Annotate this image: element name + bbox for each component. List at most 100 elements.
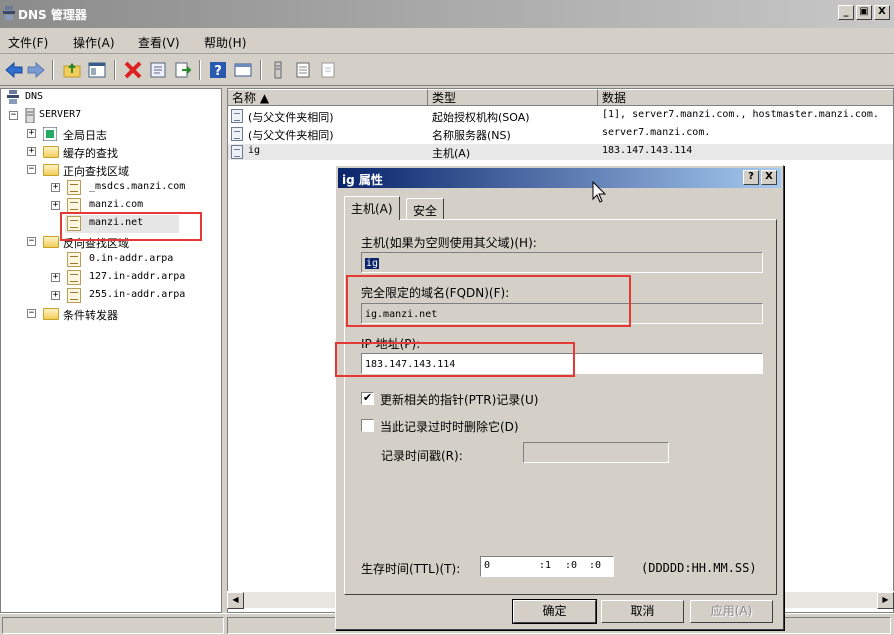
new-record-icon[interactable] <box>318 60 338 80</box>
tree-label: _msdcs.manzi.com <box>89 181 186 192</box>
expand-icon[interactable]: + <box>51 183 60 192</box>
show-hide-tree-icon[interactable] <box>87 60 107 80</box>
host-value: ig <box>365 258 380 269</box>
ip-address-field[interactable]: 183.147.143.114 <box>361 353 763 374</box>
forward-icon[interactable] <box>26 60 46 80</box>
host-label: 主机(如果为空则使用其父域)(H): <box>361 236 537 250</box>
toolbar: ? <box>0 54 894 86</box>
table-row[interactable]: (与父文件夹相同) 起始授权机构(SOA) [1], server7.manzi… <box>228 108 893 124</box>
tree-label: manzi.net <box>89 217 144 228</box>
tree-node-dns[interactable]: DNS <box>5 89 205 107</box>
tree-node-cached-lookups[interactable]: + 缓存的查找 <box>23 143 213 161</box>
maximize-button[interactable]: ▣ <box>856 5 872 20</box>
folder-icon <box>43 308 59 320</box>
expand-icon[interactable]: + <box>51 273 60 282</box>
event-log-icon <box>43 127 57 141</box>
column-header-data[interactable]: 数据 <box>598 89 893 106</box>
cell-data: [1], server7.manzi.com., hostmaster.manz… <box>602 109 879 120</box>
expand-icon[interactable]: + <box>27 147 36 156</box>
tree-node-forward-zones[interactable]: − 正向查找区域 <box>23 161 213 179</box>
list-icon[interactable] <box>293 60 313 80</box>
apply-button[interactable]: 应用(A) <box>690 600 773 623</box>
scroll-left-button[interactable]: ◀ <box>227 592 244 609</box>
cell-type: 起始授权机构(SOA) <box>432 111 530 124</box>
back-icon[interactable] <box>4 60 24 80</box>
ttl-seconds[interactable]: :0 <box>589 560 601 571</box>
zone-icon <box>67 288 81 303</box>
window-titlebar: DNS 管理器 _ ▣ X <box>0 0 894 28</box>
tree-node-reverse-zones[interactable]: − 反向查找区域 <box>23 233 213 251</box>
menu-view[interactable]: 查看(V) <box>138 34 180 51</box>
table-row[interactable]: (与父文件夹相同) 名称服务器(NS) server7.manzi.com. <box>228 126 893 142</box>
tree-node-zone[interactable]: + 127.in-addr.arpa <box>41 269 221 287</box>
server-icon[interactable] <box>268 60 288 80</box>
menu-action[interactable]: 操作(A) <box>73 34 115 51</box>
ttl-minutes[interactable]: :0 <box>565 560 577 571</box>
tree-label: SERVER7 <box>39 109 82 120</box>
fqdn-label: 完全限定的域名(FQDN)(F): <box>361 286 510 300</box>
cancel-button[interactable]: 取消 <box>601 600 684 623</box>
cell-type: 名称服务器(NS) <box>432 129 511 142</box>
delete-stale-checkbox[interactable] <box>361 419 374 432</box>
dialog-close-button[interactable]: X <box>761 170 777 185</box>
table-row-selected[interactable]: ig 主机(A) 183.147.143.114 <box>228 144 893 160</box>
up-folder-icon[interactable] <box>62 60 82 80</box>
expand-icon[interactable]: + <box>27 129 36 138</box>
column-header-type[interactable]: 类型 <box>428 89 598 106</box>
scroll-right-button[interactable]: ▶ <box>877 592 894 609</box>
collapse-icon[interactable]: − <box>9 111 18 120</box>
collapse-icon[interactable]: − <box>27 237 36 246</box>
fqdn-field[interactable]: ig.manzi.net <box>361 303 763 324</box>
zone-icon <box>67 252 81 267</box>
collapse-icon[interactable]: − <box>27 309 36 318</box>
view-icon[interactable] <box>233 60 253 80</box>
folder-open-icon <box>43 236 59 248</box>
svg-text:?: ? <box>214 64 222 79</box>
export-list-icon[interactable] <box>173 60 193 80</box>
expand-icon[interactable]: + <box>51 201 60 210</box>
help-icon[interactable]: ? <box>208 60 228 80</box>
tree-node-zone[interactable]: + 255.in-addr.arpa <box>41 287 221 305</box>
tree-node-conditional-forwarders[interactable]: − 条件转发器 <box>23 305 213 323</box>
expand-icon[interactable]: + <box>51 291 60 300</box>
record-icon <box>231 127 243 141</box>
record-icon <box>231 109 243 123</box>
menu-file[interactable]: 文件(F) <box>8 34 48 51</box>
tree-node-zone[interactable]: + manzi.com <box>41 197 221 215</box>
zone-icon <box>67 198 81 213</box>
host-field[interactable]: ig <box>361 252 763 273</box>
cell-data: 183.147.143.114 <box>602 145 693 156</box>
properties-dialog: ig 属性 ? X 主机(A) 安全 主机(如果为空则使用其父域)(H): ig… <box>335 165 784 630</box>
cell-data: server7.manzi.com. <box>602 127 711 138</box>
collapse-icon[interactable]: − <box>27 165 36 174</box>
tree-node-global-log[interactable]: + 全局日志 <box>23 125 213 143</box>
ttl-days[interactable]: 0 <box>484 560 490 571</box>
tree-node-zone-selected[interactable]: manzi.net <box>65 215 179 233</box>
column-header-name[interactable]: 名称 ▲ <box>228 89 428 106</box>
tree-node-zone[interactable]: + _msdcs.manzi.com <box>41 179 221 197</box>
mouse-cursor-icon <box>592 181 607 203</box>
tree-node-server7[interactable]: − SERVER7 <box>5 107 205 125</box>
properties-icon[interactable] <box>148 60 168 80</box>
ptr-checkbox[interactable]: ✔ <box>361 392 374 405</box>
zone-icon <box>67 216 81 231</box>
cell-name: (与父文件夹相同) <box>248 111 334 124</box>
ok-button[interactable]: 确定 <box>512 599 597 624</box>
tab-security[interactable]: 安全 <box>406 198 445 220</box>
minimize-button[interactable]: _ <box>838 5 854 20</box>
tree-label: 反向查找区域 <box>63 237 129 250</box>
tree-label: 正向查找区域 <box>63 165 129 178</box>
menu-bar: 文件(F) 操作(A) 查看(V) 帮助(H) <box>0 28 894 54</box>
menu-help[interactable]: 帮助(H) <box>204 34 246 51</box>
dns-app-icon <box>3 6 15 20</box>
zone-icon <box>67 180 81 195</box>
ttl-hours[interactable]: :1 <box>539 560 551 571</box>
delete-icon[interactable] <box>123 60 143 80</box>
tree-label: 127.in-addr.arpa <box>89 271 186 282</box>
tab-host[interactable]: 主机(A) <box>344 196 400 220</box>
tree-label: 0.in-addr.arpa <box>89 253 174 264</box>
tree-node-zone[interactable]: 0.in-addr.arpa <box>41 251 221 269</box>
help-button[interactable]: ? <box>743 170 759 185</box>
ttl-field[interactable]: 0 :1 :0 :0 <box>480 556 614 577</box>
close-button[interactable]: X <box>874 5 890 20</box>
